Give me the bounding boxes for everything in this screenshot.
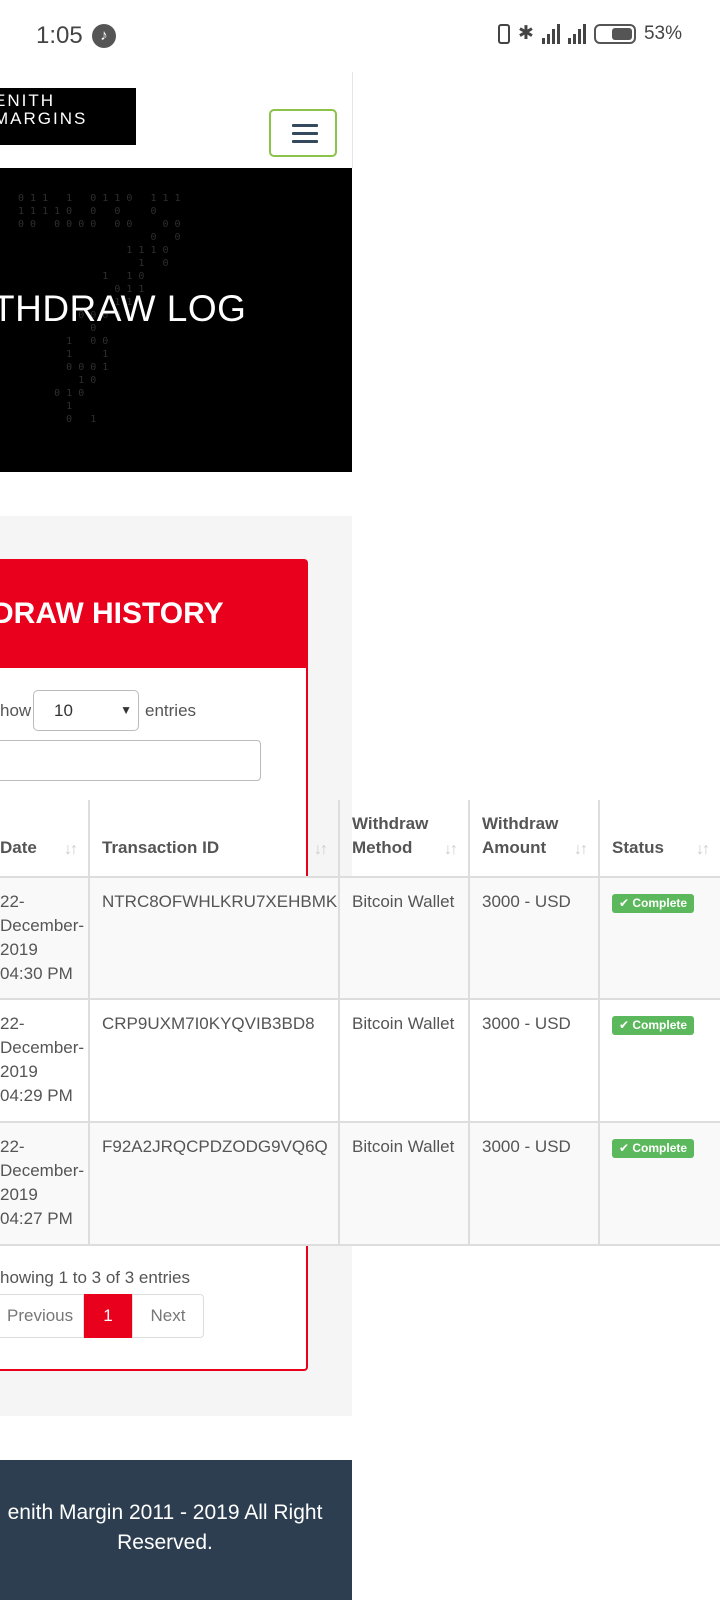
site-logo[interactable]: ENITH MARGINS: [0, 88, 136, 145]
cell-status: ✔ Complete: [600, 878, 720, 998]
table-row: 22-December-2019 04:29 PM CRP9UXM7I0KYQV…: [0, 1000, 720, 1123]
cell-status: ✔ Complete: [600, 1123, 720, 1244]
cell-method: Bitcoin Wallet: [340, 1000, 470, 1121]
cell-transaction-id: CRP9UXM7I0KYQVIB3BD8: [90, 1000, 340, 1121]
sort-icon: ↓↑: [696, 841, 710, 858]
battery-percent: 53%: [643, 22, 682, 44]
battery-icon: [593, 23, 636, 44]
menu-button[interactable]: [269, 109, 337, 157]
table-header-row: Date ↓↑ Transaction ID ↓↑ Withdraw Metho…: [0, 800, 720, 878]
cell-method: Bitcoin Wallet: [340, 878, 470, 998]
table-row: 22-December-2019 04:27 PM F92A2JRQCPDZOD…: [0, 1123, 720, 1246]
cell-amount: 3000 - USD: [470, 878, 600, 998]
cell-transaction-id: F92A2JRQCPDZODG9VQ6Q: [90, 1123, 340, 1244]
page-title: THDRAW LOG: [0, 288, 247, 329]
bluetooth-icon: ✱: [518, 23, 534, 44]
status-badge: ✔ Complete: [612, 1016, 695, 1035]
page-1-button[interactable]: 1: [84, 1294, 132, 1338]
status-time: 1:05: [36, 22, 83, 49]
th-status[interactable]: Status ↓↑: [600, 800, 720, 876]
music-note-icon: ♪: [92, 24, 116, 48]
hero-banner: 0 1 1 1 0 1 1 0 1 1 1 1 1 1 1 0 0 0 0 0 …: [0, 168, 352, 472]
th-date[interactable]: Date ↓↑: [0, 800, 90, 876]
th-withdraw-amount[interactable]: Withdraw Amount ↓↑: [470, 800, 600, 876]
table-row: 22-December-2019 04:30 PM NTRC8OFWHLKRU7…: [0, 878, 720, 1000]
check-icon: ✔: [619, 1141, 633, 1155]
table-info: howing 1 to 3 of 3 entries: [0, 1268, 190, 1287]
entries-select[interactable]: 10 ▼: [33, 690, 139, 731]
sort-icon: ↓↑: [444, 841, 458, 858]
logo-line-2: MARGINS: [0, 109, 88, 128]
sort-icon: ↓↑: [574, 841, 588, 858]
cell-amount: 3000 - USD: [470, 1123, 600, 1244]
search-input[interactable]: [0, 740, 261, 781]
cell-method: Bitcoin Wallet: [340, 1123, 470, 1244]
show-label: how: [0, 701, 32, 720]
th-withdraw-method[interactable]: Withdraw Method ↓↑: [340, 800, 470, 876]
cell-status: ✔ Complete: [600, 1000, 720, 1121]
sort-icon: ↓↑: [64, 841, 78, 858]
cell-transaction-id: NTRC8OFWHLKRU7XEHBMK: [90, 878, 340, 998]
cell-date: 22-December-2019 04:30 PM: [0, 878, 90, 998]
signal-icon-2: [567, 23, 586, 44]
next-page-button[interactable]: Next: [132, 1294, 204, 1338]
logo-line-1: ENITH: [0, 91, 55, 110]
entries-select-value: 10: [54, 701, 73, 720]
cell-date: 22-December-2019 04:29 PM: [0, 1000, 90, 1121]
pagination: Previous 1 Next: [0, 1294, 204, 1338]
card-header: DRAW HISTORY: [0, 561, 306, 668]
caret-down-icon: ▼: [120, 703, 132, 717]
site-footer: enith Margin 2011 - 2019 All Right Reser…: [0, 1460, 352, 1600]
th-transaction-id[interactable]: Transaction ID ↓↑: [90, 800, 340, 876]
status-badge: ✔ Complete: [612, 1139, 695, 1158]
check-icon: ✔: [619, 896, 633, 910]
phone-icon: [498, 23, 511, 44]
previous-page-button[interactable]: Previous: [0, 1294, 84, 1338]
card-title: DRAW HISTORY: [0, 597, 224, 630]
status-badge: ✔ Complete: [612, 894, 695, 913]
copyright-text: enith Margin 2011 - 2019 All Right Reser…: [7, 1501, 323, 1554]
signal-icon: [541, 23, 560, 44]
cell-amount: 3000 - USD: [470, 1000, 600, 1121]
cell-date: 22-December-2019 04:27 PM: [0, 1123, 90, 1244]
entries-label: entries: [145, 701, 197, 720]
check-icon: ✔: [619, 1018, 633, 1032]
hamburger-icon: [292, 124, 318, 127]
sort-icon: ↓↑: [314, 841, 328, 858]
site-header: ENITH MARGINS: [0, 72, 352, 168]
status-bar: 1:05 ♪ ✱ 53%: [0, 0, 720, 72]
status-icons: ✱ 53%: [498, 22, 682, 45]
